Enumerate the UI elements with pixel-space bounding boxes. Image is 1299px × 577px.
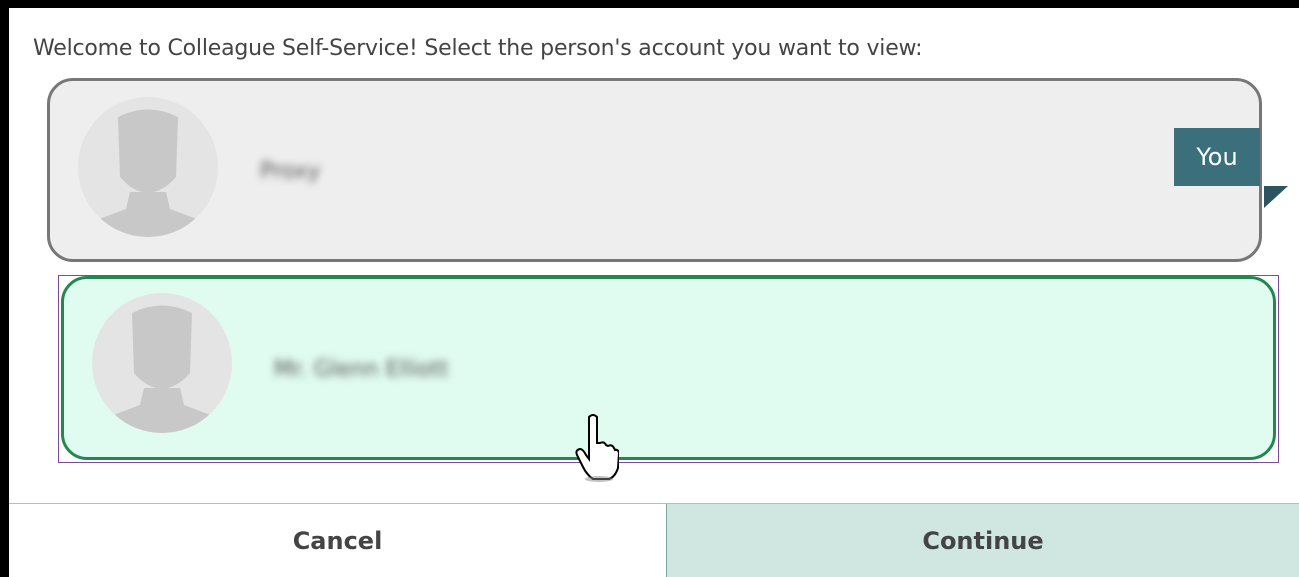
account-selection-dialog: Welcome to Colleague Self-Service! Selec… [9, 8, 1299, 577]
welcome-prompt: Welcome to Colleague Self-Service! Selec… [33, 36, 923, 61]
you-badge: You [1174, 128, 1260, 186]
person-placeholder-icon [78, 97, 218, 237]
account-card-self[interactable]: Proxy [47, 78, 1262, 262]
hand-pointer-cursor-icon [575, 413, 621, 487]
cancel-button[interactable]: Cancel [9, 504, 666, 577]
dialog-footer: Cancel Continue [9, 503, 1299, 577]
account-card-selected[interactable]: Mr. Glenn Elliott [61, 276, 1276, 460]
person-placeholder-icon [92, 293, 232, 433]
badge-tail [1264, 186, 1288, 208]
continue-button[interactable]: Continue [666, 504, 1299, 577]
account-name: Mr. Glenn Elliott [274, 357, 449, 382]
account-name: Proxy [260, 159, 321, 184]
